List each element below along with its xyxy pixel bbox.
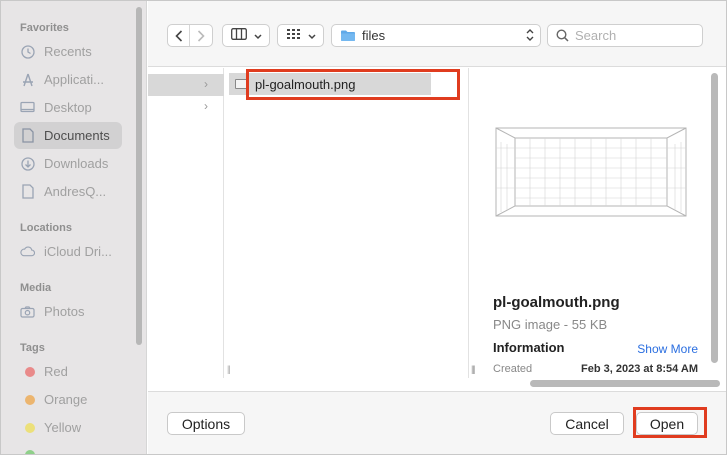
- bottom-bar: Options Cancel Open: [148, 391, 726, 454]
- created-value: Feb 3, 2023 at 8:54 AM: [581, 363, 698, 375]
- column-browser: › › || pl-goalmouth.png || pl-goalmouth.…: [148, 68, 726, 391]
- chevron-down-icon: [307, 28, 316, 43]
- open-file-dialog: Favorites Recents Applicati... Desktop D…: [0, 0, 727, 455]
- file-icon: [20, 184, 35, 199]
- preview-kind-size: PNG image - 55 KB: [493, 317, 608, 332]
- sidebar-scrollbar[interactable]: [136, 7, 142, 345]
- locations-heading: Locations: [20, 222, 72, 234]
- options-button[interactable]: Options: [167, 412, 245, 435]
- browser-column-2: pl-goalmouth.png ||: [225, 68, 476, 378]
- image-file-icon: [235, 79, 249, 89]
- back-forward-control: [167, 24, 213, 47]
- chevron-down-icon: [253, 28, 262, 43]
- search-field[interactable]: Search: [547, 24, 703, 47]
- sidebar-tag-orange[interactable]: Orange: [14, 386, 122, 413]
- folder-icon: [340, 29, 356, 42]
- sidebar-item-documents[interactable]: Documents: [14, 122, 122, 149]
- sidebar-tag-yellow[interactable]: Yellow: [14, 414, 122, 441]
- columns-icon: [230, 28, 247, 43]
- tag-dot-icon: [25, 422, 35, 433]
- cancel-button[interactable]: Cancel: [550, 412, 624, 435]
- chevron-left-icon[interactable]: [168, 25, 191, 46]
- horizontal-scrollbar[interactable]: [530, 380, 720, 387]
- open-button[interactable]: Open: [636, 412, 698, 435]
- search-icon: [556, 29, 569, 42]
- sidebar-tag-red[interactable]: Red: [14, 358, 122, 385]
- document-icon: [20, 128, 35, 143]
- tag-dot-icon: [25, 394, 35, 405]
- file-row-selected[interactable]: pl-goalmouth.png: [229, 73, 431, 95]
- sidebar-item-label: Desktop: [44, 100, 92, 115]
- sidebar-item-label: Recents: [44, 44, 92, 59]
- sidebar-item-label: AndresQ...: [44, 184, 107, 199]
- sidebar-item-label: Documents: [44, 128, 110, 143]
- up-down-chevron-icon: [526, 28, 534, 45]
- grid-icon: [286, 28, 301, 43]
- sidebar-item-recents[interactable]: Recents: [14, 38, 122, 65]
- sidebar-item-label: Orange: [44, 392, 88, 407]
- sidebar-item-icloud-drive[interactable]: iCloud Dri...: [14, 238, 122, 265]
- list-item[interactable]: ›: [148, 74, 224, 96]
- sidebar-item-label: Applicati...: [44, 72, 104, 87]
- location-popup[interactable]: files: [331, 24, 541, 47]
- current-folder-label: files: [362, 28, 386, 43]
- download-icon: [20, 156, 35, 171]
- sidebar-item-label: iCloud Dri...: [44, 244, 112, 259]
- chevron-right-icon: ›: [204, 99, 208, 113]
- desktop-icon: [20, 100, 35, 115]
- column-resize-handle[interactable]: ||: [471, 364, 475, 374]
- view-columns-button[interactable]: [222, 24, 270, 47]
- chevron-right-icon[interactable]: [190, 25, 212, 46]
- view-grid-button[interactable]: [277, 24, 324, 47]
- applications-icon: [20, 72, 35, 87]
- preview-filename: pl-goalmouth.png: [493, 294, 620, 311]
- camera-icon: [20, 304, 35, 319]
- tag-dot-icon: [25, 366, 35, 377]
- list-item[interactable]: ›: [148, 96, 224, 118]
- sidebar-item-applications[interactable]: Applicati...: [14, 66, 122, 93]
- tags-heading: Tags: [20, 342, 45, 354]
- clock-icon: [20, 44, 35, 59]
- sidebar-item-label: Red: [44, 364, 68, 379]
- toolbar: files Search: [148, 1, 726, 67]
- created-label: Created: [493, 363, 533, 375]
- sidebar-item-label: Downloads: [44, 156, 109, 171]
- cloud-icon: [20, 244, 35, 259]
- information-heading: Information: [493, 340, 565, 355]
- sidebar-item-downloads[interactable]: Downloads: [14, 150, 122, 177]
- media-heading: Media: [20, 282, 52, 294]
- sidebar-item-photos[interactable]: Photos: [14, 298, 122, 325]
- file-name: pl-goalmouth.png: [255, 76, 356, 92]
- sidebar-item-label: Photos: [44, 304, 85, 319]
- tag-dot-icon: [25, 450, 35, 454]
- sidebar: Favorites Recents Applicati... Desktop D…: [1, 1, 147, 454]
- goalmouth-thumbnail: [493, 126, 689, 221]
- preview-pane: pl-goalmouth.png PNG image - 55 KB Infor…: [481, 68, 710, 378]
- sidebar-item-andresq[interactable]: AndresQ...: [14, 178, 122, 205]
- search-placeholder: Search: [575, 28, 617, 43]
- show-more-link[interactable]: Show More: [637, 342, 698, 356]
- sidebar-item-desktop[interactable]: Desktop: [14, 94, 122, 121]
- sidebar-item-label: Yellow: [44, 420, 82, 435]
- chevron-right-icon: ›: [204, 77, 208, 91]
- browser-column-1: › › ||: [148, 68, 231, 378]
- sidebar-tag-green-partial[interactable]: [14, 442, 122, 454]
- vertical-scrollbar[interactable]: [711, 73, 718, 363]
- favorites-heading: Favorites: [20, 22, 69, 34]
